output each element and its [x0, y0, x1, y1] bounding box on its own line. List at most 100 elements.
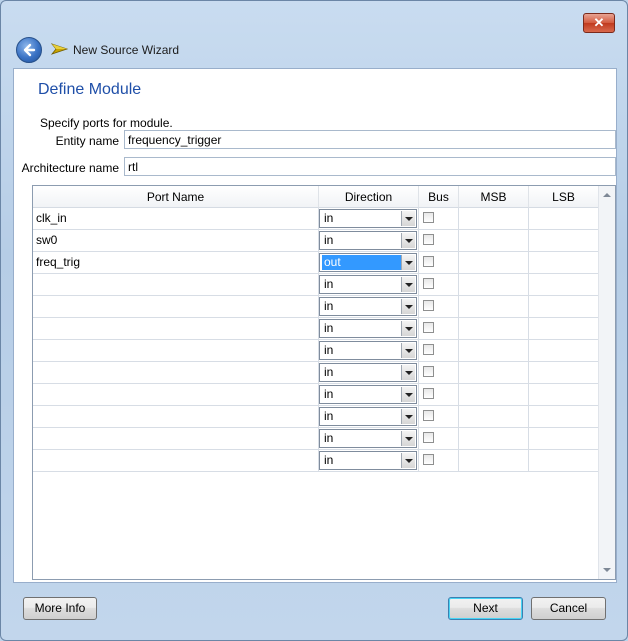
bus-checkbox[interactable] [423, 322, 434, 333]
port-name-cell[interactable] [33, 428, 319, 449]
direction-cell: in [319, 384, 419, 405]
direction-select[interactable]: out [319, 253, 417, 272]
port-name-cell[interactable] [33, 318, 319, 339]
lsb-cell[interactable] [529, 252, 599, 273]
bus-checkbox[interactable] [423, 454, 434, 465]
architecture-name-input[interactable]: rtl [124, 157, 616, 176]
port-name-cell[interactable] [33, 450, 319, 471]
bus-checkbox[interactable] [423, 366, 434, 377]
port-name-cell[interactable]: freq_trig [33, 252, 319, 273]
lsb-cell[interactable] [529, 384, 599, 405]
bus-checkbox[interactable] [423, 234, 434, 245]
port-name-cell[interactable] [33, 384, 319, 405]
direction-select[interactable]: in [319, 429, 417, 448]
port-name-cell[interactable] [33, 274, 319, 295]
dropdown-arrow-icon[interactable] [401, 321, 415, 336]
direction-select[interactable]: in [319, 363, 417, 382]
direction-select[interactable]: in [319, 209, 417, 228]
port-name-cell[interactable]: clk_in [33, 208, 319, 229]
back-button[interactable] [16, 37, 42, 63]
msb-cell[interactable] [459, 450, 529, 471]
bus-checkbox[interactable] [423, 212, 434, 223]
table-row[interactable]: in [33, 450, 599, 472]
dropdown-arrow-icon[interactable] [401, 233, 415, 248]
direction-select[interactable]: in [319, 407, 417, 426]
msb-cell[interactable] [459, 274, 529, 295]
direction-select[interactable]: in [319, 451, 417, 470]
direction-select[interactable]: in [319, 385, 417, 404]
header-port-name[interactable]: Port Name [33, 186, 319, 208]
dropdown-arrow-icon[interactable] [401, 299, 415, 314]
bus-checkbox[interactable] [423, 410, 434, 421]
table-row[interactable]: in [33, 318, 599, 340]
msb-cell[interactable] [459, 318, 529, 339]
dropdown-arrow-icon[interactable] [401, 255, 415, 270]
direction-select[interactable]: in [319, 297, 417, 316]
lsb-cell[interactable] [529, 318, 599, 339]
lsb-cell[interactable] [529, 406, 599, 427]
table-row[interactable]: in [33, 340, 599, 362]
header-msb[interactable]: MSB [459, 186, 529, 208]
bus-checkbox[interactable] [423, 388, 434, 399]
lsb-cell[interactable] [529, 230, 599, 251]
bus-checkbox[interactable] [423, 256, 434, 267]
msb-cell[interactable] [459, 340, 529, 361]
direction-select[interactable]: in [319, 275, 417, 294]
next-button[interactable]: Next [448, 597, 523, 620]
lsb-cell[interactable] [529, 450, 599, 471]
table-row[interactable]: in [33, 406, 599, 428]
entity-name-input[interactable]: frequency_trigger [124, 130, 616, 149]
lsb-cell[interactable] [529, 274, 599, 295]
direction-select[interactable]: in [319, 319, 417, 338]
table-row[interactable]: in [33, 428, 599, 450]
table-row[interactable]: in [33, 362, 599, 384]
header-direction[interactable]: Direction [319, 186, 419, 208]
scroll-down-arrow-icon[interactable] [603, 568, 611, 572]
direction-select[interactable]: in [319, 341, 417, 360]
lsb-cell[interactable] [529, 340, 599, 361]
port-name-cell[interactable] [33, 362, 319, 383]
lsb-cell[interactable] [529, 296, 599, 317]
port-name-cell[interactable] [33, 296, 319, 317]
bus-checkbox[interactable] [423, 432, 434, 443]
msb-cell[interactable] [459, 362, 529, 383]
dropdown-arrow-icon[interactable] [401, 453, 415, 468]
table-row[interactable]: in [33, 384, 599, 406]
dropdown-arrow-icon[interactable] [401, 277, 415, 292]
table-row[interactable]: freq_trig out [33, 252, 599, 274]
msb-cell[interactable] [459, 428, 529, 449]
msb-cell[interactable] [459, 406, 529, 427]
cancel-button[interactable]: Cancel [531, 597, 606, 620]
direction-select[interactable]: in [319, 231, 417, 250]
dropdown-arrow-icon[interactable] [401, 431, 415, 446]
bus-checkbox[interactable] [423, 278, 434, 289]
lsb-cell[interactable] [529, 428, 599, 449]
lsb-cell[interactable] [529, 362, 599, 383]
bus-checkbox[interactable] [423, 300, 434, 311]
msb-cell[interactable] [459, 296, 529, 317]
port-name-cell[interactable] [33, 406, 319, 427]
table-row[interactable]: clk_in in [33, 208, 599, 230]
dropdown-arrow-icon[interactable] [401, 211, 415, 226]
port-name-cell[interactable] [33, 340, 319, 361]
table-row[interactable]: sw0 in [33, 230, 599, 252]
table-row[interactable]: in [33, 274, 599, 296]
dropdown-arrow-icon[interactable] [401, 387, 415, 402]
port-name-cell[interactable]: sw0 [33, 230, 319, 251]
dropdown-arrow-icon[interactable] [401, 409, 415, 424]
table-scrollbar[interactable] [598, 186, 615, 579]
lsb-cell[interactable] [529, 208, 599, 229]
dropdown-arrow-icon[interactable] [401, 365, 415, 380]
bus-checkbox[interactable] [423, 344, 434, 355]
header-bus[interactable]: Bus [419, 186, 459, 208]
more-info-button[interactable]: More Info [23, 597, 97, 620]
header-lsb[interactable]: LSB [529, 186, 599, 208]
scroll-up-arrow-icon[interactable] [603, 193, 611, 197]
dropdown-arrow-icon[interactable] [401, 343, 415, 358]
msb-cell[interactable] [459, 230, 529, 251]
msb-cell[interactable] [459, 252, 529, 273]
close-button[interactable]: ✕ [583, 13, 615, 33]
table-row[interactable]: in [33, 296, 599, 318]
msb-cell[interactable] [459, 208, 529, 229]
msb-cell[interactable] [459, 384, 529, 405]
